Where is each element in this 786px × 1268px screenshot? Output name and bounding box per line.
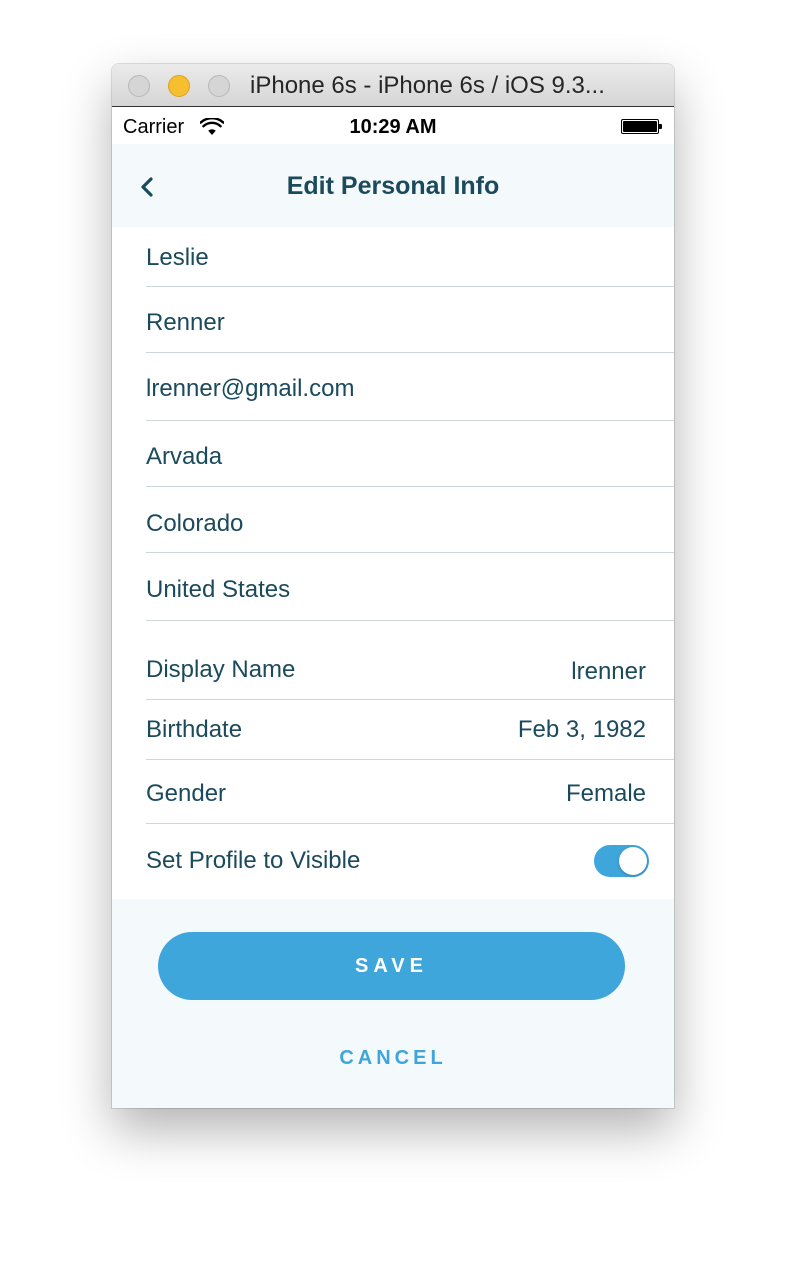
gender-row[interactable]: Gender Female [146, 760, 674, 824]
city-field [146, 421, 674, 487]
state-field [146, 487, 674, 553]
zoom-window-button[interactable] [208, 75, 230, 97]
country-field [146, 553, 674, 621]
visibility-label: Set Profile to Visible [146, 847, 361, 874]
battery-icon [621, 119, 662, 134]
last-name-field [146, 287, 674, 353]
page-title: Edit Personal Info [286, 172, 500, 200]
visibility-toggle[interactable] [594, 845, 649, 877]
status-bar: Carrier 10:29 AM [112, 107, 674, 144]
status-time: 10:29 AM [349, 116, 437, 138]
country-input[interactable] [146, 575, 626, 605]
window-titlebar[interactable]: iPhone 6s - iPhone 6s / iOS 9.3... [112, 64, 674, 107]
save-button[interactable]: SAVE [158, 932, 625, 1000]
last-name-input[interactable] [146, 308, 626, 338]
birthdate-value: Feb 3, 1982 [517, 716, 646, 743]
state-input[interactable] [146, 509, 626, 539]
cancel-button[interactable]: CANCEL [112, 1044, 674, 1072]
display-name-value: lrenner [571, 658, 646, 685]
display-name-label: Display Name [146, 656, 296, 683]
navigation-bar: Edit Personal Info [112, 144, 674, 227]
visibility-row: Set Profile to Visible [146, 824, 674, 899]
gender-label: Gender [146, 780, 227, 807]
display-name-row[interactable]: Display Name lrenner [146, 621, 674, 700]
close-window-button[interactable] [128, 75, 150, 97]
first-name-field [146, 227, 674, 287]
email-field [146, 353, 674, 421]
birthdate-label: Birthdate [146, 716, 243, 743]
email-input[interactable] [146, 374, 626, 404]
edit-form: Display Name lrenner Birthdate Feb 3, 19… [112, 227, 674, 899]
minimize-window-button[interactable] [168, 75, 190, 97]
first-name-input[interactable] [146, 243, 626, 273]
window-title: iPhone 6s - iPhone 6s / iOS 9.3... [250, 72, 605, 99]
city-input[interactable] [146, 442, 626, 472]
gender-value: Female [565, 780, 646, 807]
simulator-window: iPhone 6s - iPhone 6s / iOS 9.3... Carri… [112, 64, 674, 1108]
birthdate-row[interactable]: Birthdate Feb 3, 1982 [146, 700, 674, 760]
toggle-knob [619, 847, 647, 875]
